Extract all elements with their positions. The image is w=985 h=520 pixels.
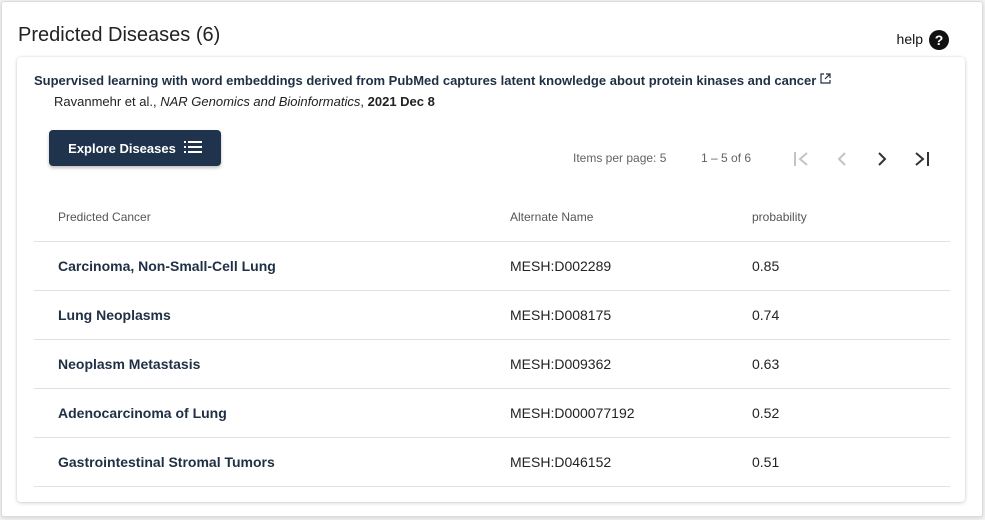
disease-name[interactable]: Adenocarcinoma of Lung <box>34 388 510 438</box>
probability-value: 0.74 <box>752 290 950 340</box>
items-per-page-label: Items per page: 5 <box>573 151 667 165</box>
probability-value: 0.63 <box>752 339 950 389</box>
panel-title: Predicted Diseases (6) <box>18 24 221 46</box>
table-row[interactable]: Lung Neoplasms MESH:D008175 0.74 <box>34 290 950 340</box>
probability-value: 0.85 <box>752 241 950 291</box>
question-circle-icon[interactable]: ? <box>929 30 949 50</box>
disease-name[interactable]: Neoplasm Metastasis <box>34 339 510 389</box>
alternate-name: MESH:D002289 <box>510 241 752 291</box>
chevron-right-icon <box>876 151 888 167</box>
probability-value: 0.51 <box>752 437 950 487</box>
first-page-icon <box>793 151 811 167</box>
citation-separator: , <box>360 94 364 109</box>
publication-card: Supervised learning with word embeddings… <box>17 57 965 502</box>
help-label: help <box>896 30 923 47</box>
disease-name[interactable]: Gastrointestinal Stromal Tumors <box>34 437 510 487</box>
help-button[interactable]: help ? <box>897 27 949 50</box>
last-page-icon <box>913 151 931 167</box>
column-header-predicted-cancer[interactable]: Predicted Cancer <box>34 192 510 242</box>
disease-name[interactable]: Carcinoma, Non-Small-Cell Lung <box>34 241 510 291</box>
last-page-button[interactable] <box>908 145 936 173</box>
table-row[interactable]: Adenocarcinoma of Lung MESH:D000077192 0… <box>34 388 950 438</box>
chevron-left-icon <box>836 151 848 167</box>
next-page-button[interactable] <box>868 145 896 173</box>
column-header-probability[interactable]: probability <box>752 192 950 242</box>
publication-citation: Ravanmehr et al., NAR Genomics and Bioin… <box>54 94 435 109</box>
table-row[interactable]: Neoplasm Metastasis MESH:D009362 0.63 <box>34 339 950 389</box>
disease-name[interactable]: Lung Neoplasms <box>34 290 510 340</box>
paginator: Items per page: 5 1 – 5 of 6 <box>17 143 965 173</box>
first-page-button[interactable] <box>788 145 816 173</box>
alternate-name: MESH:D046152 <box>510 437 752 487</box>
predicted-diseases-panel: Predicted Diseases (6) help ? Supervised… <box>1 1 983 517</box>
publication-title-link[interactable]: Supervised learning with word embeddings… <box>34 72 831 88</box>
probability-value: 0.52 <box>752 388 950 438</box>
column-header-alternate-name[interactable]: Alternate Name <box>510 192 752 242</box>
citation-date: 2021 Dec 8 <box>367 94 435 109</box>
citation-authors: Ravanmehr et al., <box>54 94 157 109</box>
publication-title: Supervised learning with word embeddings… <box>34 73 817 88</box>
table-row[interactable]: Gastrointestinal Stromal Tumors MESH:D04… <box>34 437 950 487</box>
table-row[interactable]: Carcinoma, Non-Small-Cell Lung MESH:D002… <box>34 241 950 291</box>
alternate-name: MESH:D009362 <box>510 339 752 389</box>
page-range-label: 1 – 5 of 6 <box>701 151 752 165</box>
predicted-diseases-table: Predicted Cancer Alternate Name probabil… <box>34 192 950 487</box>
external-link-icon[interactable] <box>820 72 831 87</box>
citation-journal: NAR Genomics and Bioinformatics <box>160 94 361 109</box>
alternate-name: MESH:D000077192 <box>510 388 752 438</box>
table-header-row: Predicted Cancer Alternate Name probabil… <box>34 192 950 242</box>
alternate-name: MESH:D008175 <box>510 290 752 340</box>
previous-page-button[interactable] <box>828 145 856 173</box>
